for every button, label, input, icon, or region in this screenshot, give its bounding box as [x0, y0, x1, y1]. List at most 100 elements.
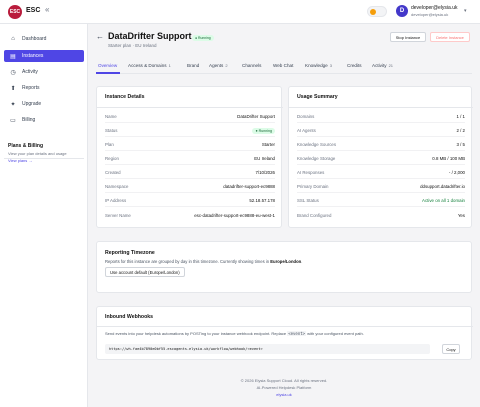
tab-agents[interactable]: Agents 2 — [209, 63, 228, 68]
usage-value: 0.8 MB / 100 MB — [432, 156, 465, 161]
detail-key: Plan — [105, 142, 114, 147]
usage-value: - / 2,000 — [448, 170, 465, 175]
sidebar-item-activity[interactable]: ◷ Activity — [4, 66, 84, 78]
chevron-down-icon[interactable]: ▾ — [464, 8, 467, 14]
view-plans-link[interactable]: View plans → — [8, 158, 32, 163]
timezone-current-zone: Europe/London — [270, 259, 302, 264]
detail-value: EU Ireland — [254, 156, 275, 161]
tab-label: Access & Domains — [128, 63, 167, 68]
footer-link[interactable]: elysia.uk — [88, 392, 480, 397]
tab-label: Brand — [187, 63, 200, 68]
detail-value: DataDrifter Support — [237, 114, 275, 119]
user-email: developer@elysia.uk — [411, 12, 449, 17]
timezone-description: Reports for this instance are grouped by… — [105, 259, 302, 264]
reporting-timezone-card: Reporting Timezone Reports for this inst… — [96, 241, 472, 293]
usage-key: Domains — [297, 114, 315, 119]
back-arrow-icon[interactable]: ← — [96, 32, 104, 41]
detail-row-name: Name DataDrifter Support — [105, 111, 275, 123]
detail-key: IP Address — [105, 198, 127, 203]
tab-overview[interactable]: Overview — [98, 63, 117, 68]
page-title: DataDrifter Support — [108, 31, 192, 41]
usage-value: Yes — [457, 212, 465, 218]
tab-label: Knowledge — [305, 63, 328, 68]
copy-url-button[interactable]: Copy — [442, 344, 460, 354]
usage-value: Active on all 1 domain — [422, 198, 465, 203]
usage-row-primary-domain: Primary Domain ddsupport.datadrifter.io — [297, 181, 465, 193]
usage-row-ai-responses: AI Responses - / 2,000 — [297, 167, 465, 179]
tab-label: Overview — [98, 63, 118, 68]
webhooks-description: Send events into your helpdesk automatio… — [105, 331, 364, 336]
usage-key: AI Agents — [297, 128, 316, 133]
usage-key: SSL Status — [297, 198, 319, 203]
sidebar-item-instances[interactable]: ▤ Instances — [4, 50, 84, 62]
tab-credits[interactable]: Credits — [347, 63, 362, 68]
detail-row-created: Created 7/10/2026 — [105, 167, 275, 179]
tab-access-domains[interactable]: Access & Domains 1 — [128, 63, 171, 68]
usage-summary-card: Usage Summary Domains 1 / 1 AI Agents 2 / … — [288, 86, 473, 228]
stop-instance-button[interactable]: Stop Instance — [390, 32, 426, 42]
detail-row-namespace: Namespace datadrifter-support-ec9888 — [105, 181, 275, 193]
tab-count: 3 — [329, 63, 332, 68]
sidebar-item-dashboard[interactable]: ⌂ Dashboard — [4, 33, 84, 45]
detail-row-server-name: Server Name esc-datadrifter-support-ec988… — [105, 209, 275, 221]
detail-value: 7/10/2026 — [255, 170, 275, 175]
tab-knowledge[interactable]: Knowledge 3 — [305, 63, 332, 68]
webhooks-desc-text: Send events into your helpdesk automatio… — [105, 331, 288, 336]
tab-brand[interactable]: Brand — [187, 63, 199, 68]
tab-label: Channels — [242, 63, 262, 68]
sidebar: ⌂ Dashboard ▤ Instances ◷ Activity ⬆ Reports… — [0, 24, 88, 407]
usage-row-brand-configured: Brand Configured Yes — [297, 209, 465, 221]
detail-value: esc-datadrifter-support-ec9888-eu-west-1 — [194, 212, 275, 218]
sidebar-item-reports[interactable]: ⬆ Reports — [4, 82, 84, 94]
detail-key: Server Name — [105, 212, 131, 218]
detail-row-plan: Plan Starter — [105, 139, 275, 151]
detail-key: Namespace — [105, 184, 129, 189]
sun-icon — [370, 9, 376, 15]
sidebar-item-label: Activity — [22, 69, 38, 75]
usage-key: Primary Domain — [297, 184, 329, 189]
sidebar-item-upgrade[interactable]: ✦ Upgrade — [4, 98, 84, 110]
usage-row-ssl-status: SSL Status Active on all 1 domain — [297, 195, 465, 207]
sidebar-item-billing[interactable]: ▭ Billing — [4, 114, 84, 126]
detail-key: Name — [105, 114, 117, 119]
detail-key: Created — [105, 170, 121, 175]
theme-toggle[interactable] — [367, 6, 387, 17]
card-divider — [97, 107, 283, 108]
card-divider — [97, 326, 473, 327]
collapse-sidebar-icon[interactable]: « — [45, 5, 49, 14]
timezone-select-button[interactable]: Use account default (Europe/London) — [105, 267, 185, 277]
detail-row-region: Region EU Ireland — [105, 153, 275, 165]
usage-key: AI Responses — [297, 170, 325, 175]
footer-copyright: © 2026 Elysia Support Cloud. All rights … — [240, 378, 328, 383]
tab-count: 1 — [168, 63, 171, 68]
plans-title: Plans & Billing — [8, 143, 44, 149]
usage-value: ddsupport.datadrifter.io — [420, 184, 465, 189]
tab-label: Agents — [209, 63, 224, 68]
page-subtitle: Starter plan · EU Ireland — [108, 43, 157, 48]
card-title: Usage Summary — [297, 94, 338, 100]
detail-key: Region — [105, 156, 119, 161]
card-icon: ▭ — [10, 117, 16, 124]
tab-web-chat[interactable]: Web Chat — [273, 63, 293, 68]
sparkle-icon: ✦ — [10, 101, 16, 108]
top-bar: ESC ESC « D developer@elysia.uk develope… — [0, 0, 480, 24]
user-name[interactable]: developer@elysia.uk — [411, 5, 458, 11]
usage-row-knowledge-sources: Knowledge Sources 3 / 5 — [297, 139, 465, 151]
webhook-url-field[interactable]: https://wh-fae4b7890e0bf55.escagents.ely… — [105, 344, 430, 354]
webhooks-desc-code: <event> — [287, 331, 307, 336]
tab-label: Credits — [347, 63, 362, 68]
sidebar-item-label: Dashboard — [22, 36, 47, 42]
logo-icon[interactable]: ESC — [8, 5, 22, 19]
tab-activity[interactable]: Activity 21 — [372, 63, 393, 68]
tab-channels[interactable]: Channels — [242, 63, 261, 68]
server-icon: ▤ — [10, 53, 16, 60]
avatar[interactable]: D — [396, 5, 408, 17]
detail-row-status: Status ● Running — [105, 125, 275, 137]
delete-instance-button[interactable]: Delete Instance — [430, 32, 470, 42]
detail-row-ip: IP Address 52.18.57.178 — [105, 195, 275, 207]
plans-text: View your plan details and usage — [8, 151, 67, 156]
app-root: ESC ESC « D developer@elysia.uk develope… — [0, 0, 480, 407]
footer-tagline: AI-Powered Helpdesk Platform — [256, 385, 312, 390]
detail-value: 52.18.57.178 — [249, 198, 275, 203]
usage-key: Knowledge Storage — [297, 156, 336, 161]
